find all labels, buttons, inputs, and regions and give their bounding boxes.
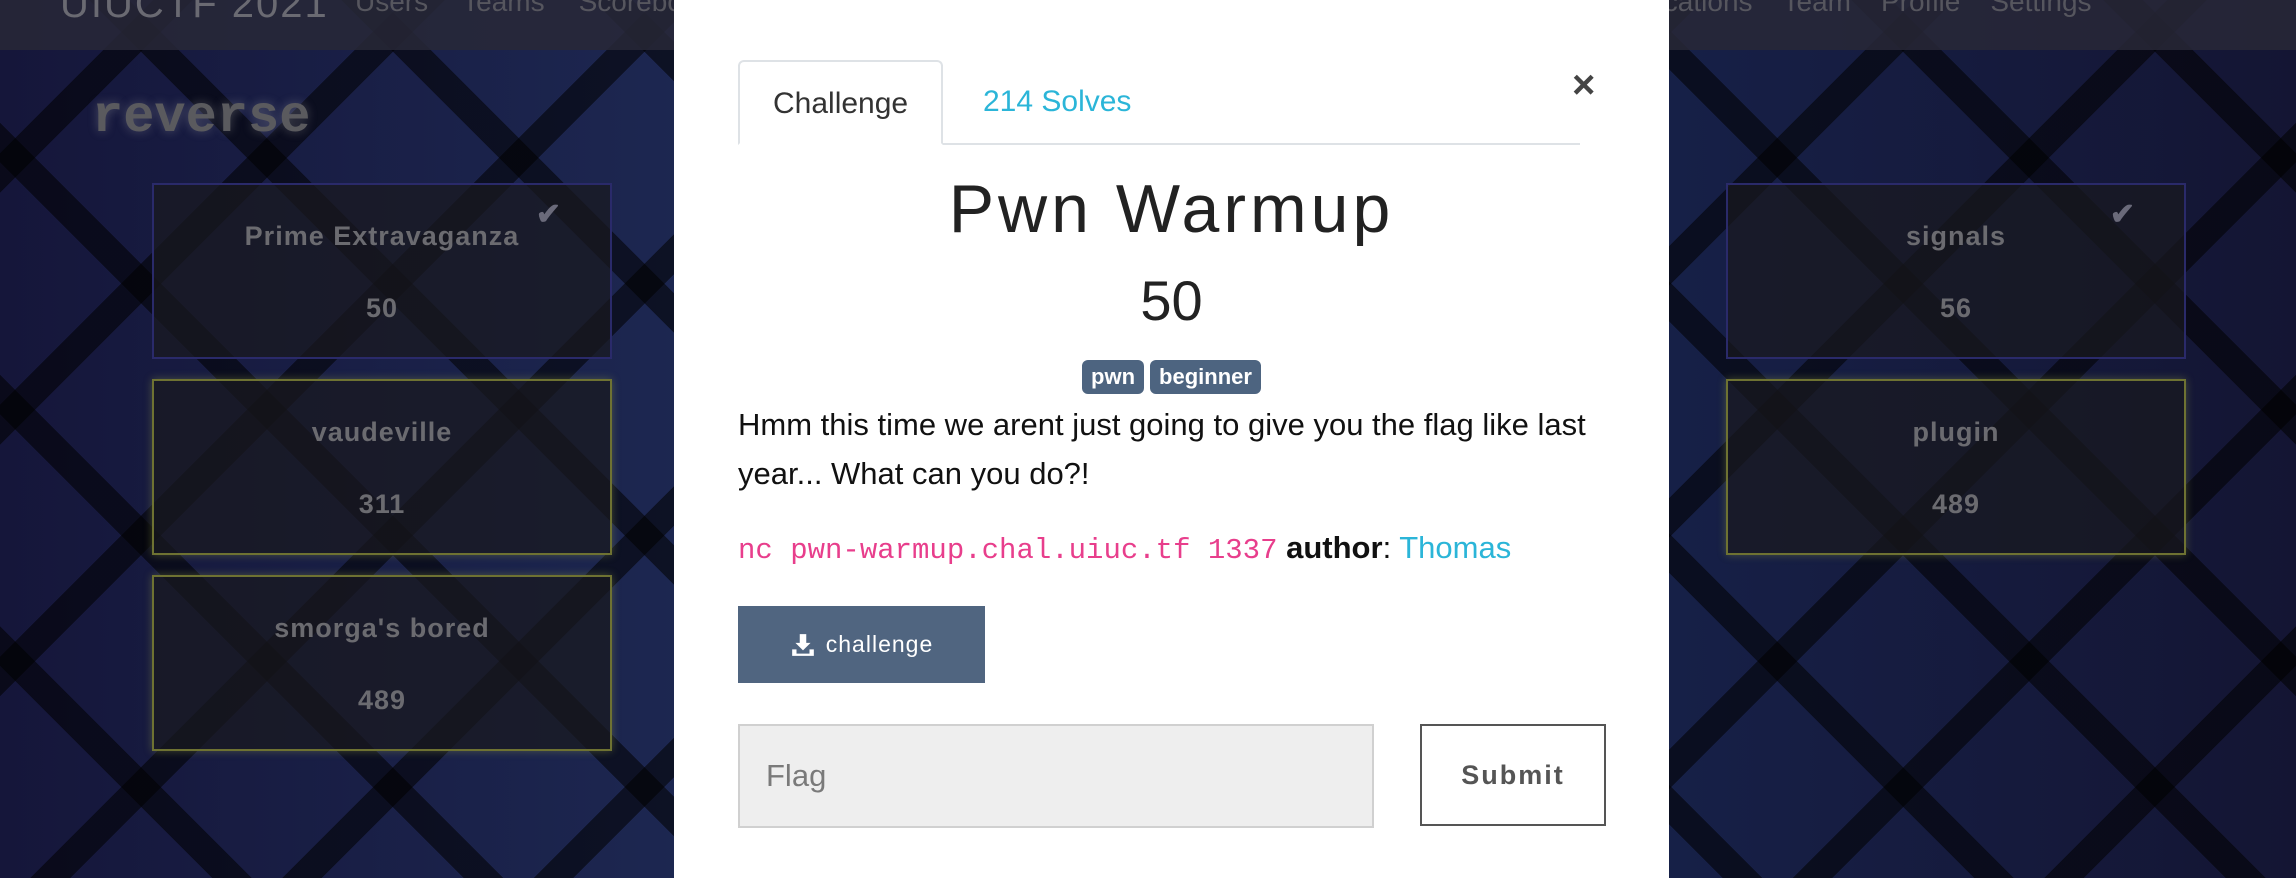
- nav-link-profile[interactable]: Profile: [1881, 0, 1960, 18]
- connection-command: nc pwn-warmup.chal.uiuc.tf 1337: [738, 534, 1278, 567]
- card-name: signals: [1905, 221, 2007, 251]
- card-points: 489: [1931, 489, 1981, 519]
- challenge-card-prime-extravaganza[interactable]: ✔ Prime Extravaganza 50: [152, 183, 612, 359]
- nav-link-teams[interactable]: Teams: [462, 0, 544, 18]
- author-label: author: [1286, 530, 1383, 565]
- challenge-card-signals[interactable]: ✔ signals 56: [1726, 183, 2186, 359]
- card-points: 489: [357, 685, 407, 715]
- challenge-card-smorgas-bored[interactable]: smorga's bored 489: [152, 575, 612, 751]
- flag-input[interactable]: [738, 724, 1374, 828]
- challenge-name: Pwn Warmup: [948, 171, 1395, 247]
- challenge-value: 50: [1140, 269, 1203, 332]
- author-link[interactable]: Thomas: [1399, 530, 1511, 565]
- challenge-card-vaudeville[interactable]: vaudeville 311: [152, 379, 612, 555]
- close-icon[interactable]: ×: [1572, 60, 1595, 110]
- card-points: 50: [365, 293, 399, 323]
- card-name: smorga's bored: [274, 613, 490, 643]
- download-challenge-button[interactable]: challenge: [738, 606, 985, 683]
- challenge-description: Hmm this time we arent just going to giv…: [738, 407, 1586, 491]
- challenge-card-plugin[interactable]: plugin 489: [1726, 379, 2186, 555]
- challenge-modal: Challenge 214 Solves × Pwn Warmup 50 pwn…: [674, 0, 1669, 878]
- modal-tabs: Challenge 214 Solves: [738, 60, 1580, 145]
- challenge-tags: pwn beginner: [674, 360, 1669, 394]
- connection-line: nc pwn-warmup.chal.uiuc.tf 1337 author: …: [738, 530, 1511, 567]
- download-label: challenge: [825, 631, 934, 657]
- card-points: 311: [358, 489, 406, 519]
- nav-left-links: Users Teams Scoreboard: [355, 0, 723, 18]
- card-name: vaudeville: [311, 417, 453, 447]
- download-icon: [791, 633, 814, 656]
- nav-right-links: Notifications Team Profile Settings: [1600, 0, 2092, 18]
- card-name: Prime Extravaganza: [244, 221, 520, 251]
- card-name: plugin: [1912, 417, 2000, 447]
- brand-logo[interactable]: UIUCTF 2021: [60, 0, 329, 27]
- author-colon: :: [1382, 530, 1392, 565]
- nav-link-settings[interactable]: Settings: [1990, 0, 2091, 18]
- card-points: 56: [1939, 293, 1973, 323]
- tag-badge: beginner: [1150, 360, 1261, 394]
- submit-button[interactable]: Submit: [1420, 724, 1606, 826]
- nav-link-users[interactable]: Users: [355, 0, 428, 18]
- tag-badge: pwn: [1082, 360, 1145, 394]
- tab-solves[interactable]: 214 Solves: [950, 60, 1164, 143]
- nav-link-team[interactable]: Team: [1783, 0, 1851, 18]
- tab-challenge[interactable]: Challenge: [738, 60, 944, 145]
- category-title: reverse: [92, 88, 311, 147]
